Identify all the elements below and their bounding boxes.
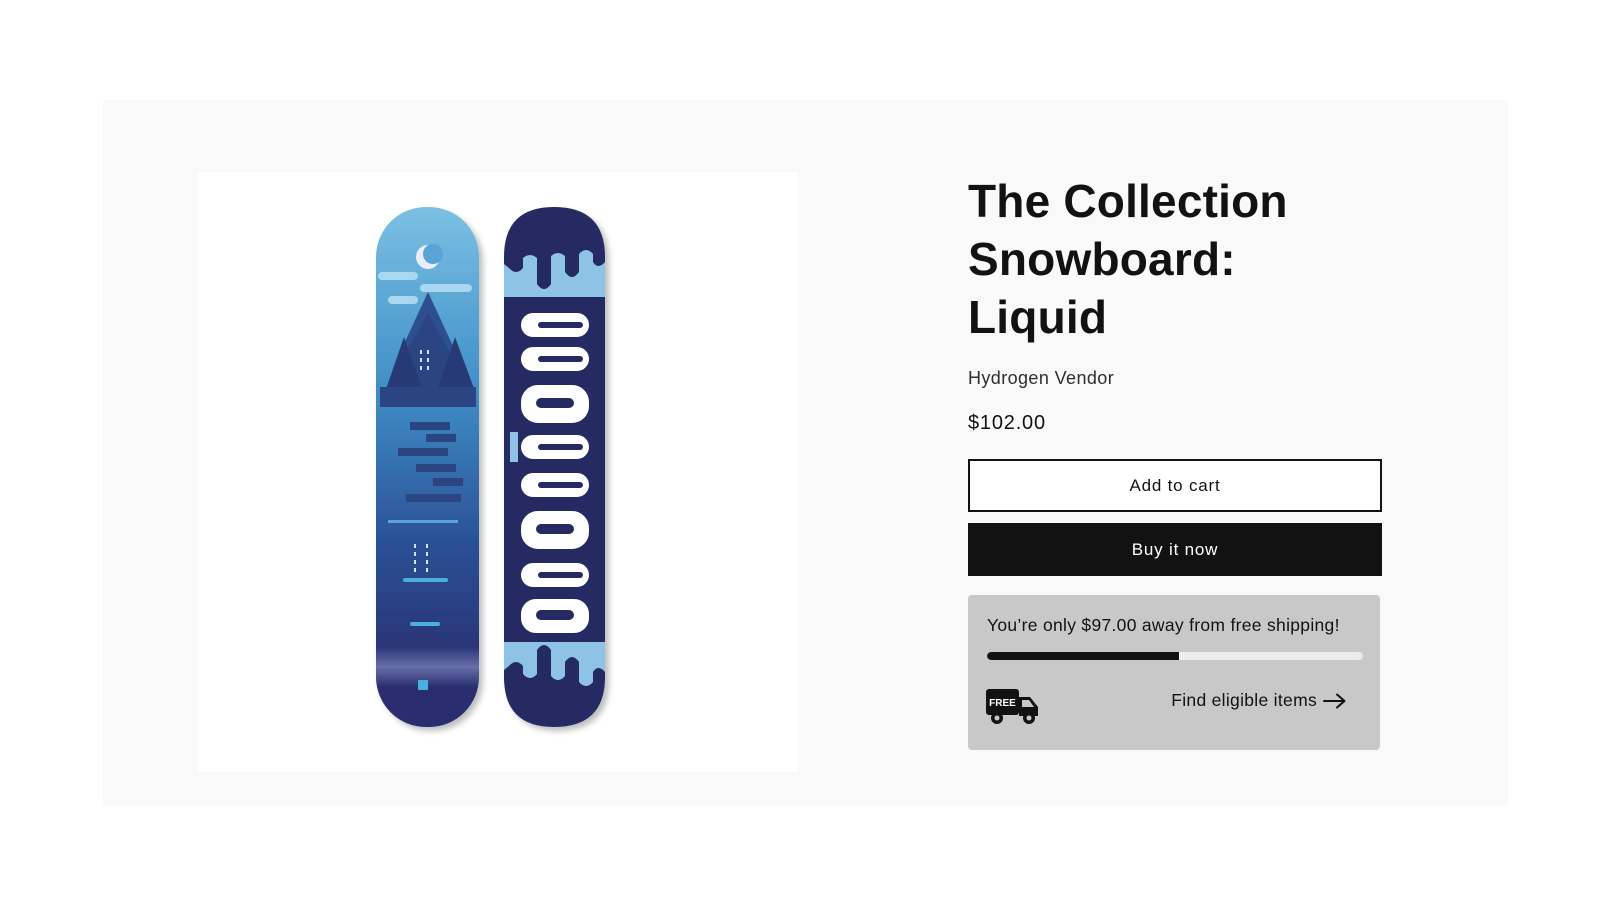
product-image[interactable] <box>198 172 798 772</box>
product-vendor: Hydrogen Vendor <box>968 368 1115 388</box>
product-price: $102.00 <box>968 412 1046 434</box>
add-to-cart-button[interactable]: Add to cart <box>968 459 1382 512</box>
product-info: The Collection Snowboard: Liquid Hydroge… <box>968 172 1383 750</box>
free-shipping-progress-bar <box>987 652 1363 660</box>
free-shipping-progress-fill <box>987 652 1179 660</box>
product-title: The Collection Snowboard: Liquid <box>968 175 1288 343</box>
free-badge-text: FREE <box>989 698 1016 709</box>
snowboard-right <box>504 207 605 727</box>
arrow-right-icon <box>1323 693 1347 709</box>
find-eligible-items-link[interactable]: Find eligible items <box>1171 690 1347 711</box>
free-shipping-banner: You’re only $97.00 away from free shippi… <box>968 595 1380 750</box>
delivery-truck-icon: FREE <box>985 686 1041 726</box>
free-shipping-message: You’re only $97.00 away from free shippi… <box>987 615 1340 635</box>
find-eligible-items-label: Find eligible items <box>1171 690 1317 710</box>
buy-now-button[interactable]: Buy it now <box>968 523 1382 576</box>
snowboard-left <box>376 207 479 727</box>
snowboard-illustration <box>376 207 605 727</box>
product-section: The Collection Snowboard: Liquid Hydroge… <box>103 100 1508 805</box>
